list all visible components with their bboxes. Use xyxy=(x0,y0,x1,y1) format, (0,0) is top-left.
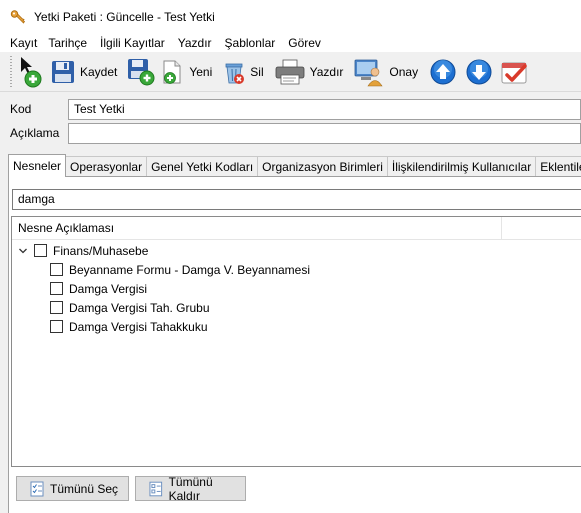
description-label: Açıklama xyxy=(10,126,60,140)
tree-node-label: Damga Vergisi Tahakkuku xyxy=(69,319,208,334)
new-record-button[interactable] xyxy=(18,54,44,90)
checklist-select-icon xyxy=(30,481,44,496)
tab-strip: Nesneler Operasyonlar Genel Yetki Kodlar… xyxy=(8,154,581,177)
key-icon xyxy=(10,9,26,24)
trash-bin-icon xyxy=(225,63,245,84)
description-row: Açıklama xyxy=(0,122,581,144)
column-header-nesne-aciklamasi[interactable]: Nesne Açıklaması xyxy=(12,217,581,240)
window-title: Yetki Paketi : Güncelle - Test Yetki xyxy=(34,9,215,24)
new-button[interactable]: Yeni xyxy=(161,54,216,90)
tab-genel-yetki-kodlari[interactable]: Genel Yetki Kodları xyxy=(146,156,259,177)
menu-kayit[interactable]: Kayıt xyxy=(0,36,44,50)
tree-node-child[interactable]: Damga Vergisi xyxy=(50,280,147,297)
tree-node-child[interactable]: Beyanname Formu - Damga V. Beyannamesi xyxy=(50,261,310,278)
tab-organizasyon-birimleri[interactable]: Organizasyon Birimleri xyxy=(257,156,388,177)
deselect-all-button[interactable]: Tümünü Kaldır xyxy=(135,474,246,503)
approve-user-icon xyxy=(355,59,383,86)
code-label: Kod xyxy=(10,102,32,116)
tree-node-label: Beyanname Formu - Damga V. Beyannamesi xyxy=(69,262,311,277)
deselect-all-label: Tümünü Kaldır xyxy=(168,474,213,503)
arrow-up-icon xyxy=(430,59,456,84)
tab-nesneler[interactable]: Nesneler xyxy=(8,154,67,177)
checklist-button[interactable] xyxy=(500,54,530,90)
cursor-add-icon xyxy=(21,56,42,87)
checkbox-child[interactable] xyxy=(50,263,63,276)
tree-node-label: Damga Vergisi xyxy=(69,281,148,296)
move-down-button[interactable] xyxy=(464,54,494,90)
delete-button[interactable]: Sil xyxy=(222,54,267,90)
select-all-label: Tümünü Seç xyxy=(50,481,119,496)
print-label: Yazdır xyxy=(309,64,344,79)
description-field[interactable] xyxy=(68,122,581,144)
column-separator[interactable] xyxy=(501,217,502,240)
save-button[interactable]: Kaydet xyxy=(50,54,121,90)
tab-iliskilendirilmis-kullanicilar[interactable]: İlişkilendirilmiş Kullanıcılar xyxy=(386,156,537,177)
tree-node-root[interactable]: Finans/Muhasebe xyxy=(18,242,148,259)
tree-node-child[interactable]: Damga Vergisi Tah. Grubu xyxy=(50,299,210,316)
checkbox-child[interactable] xyxy=(50,320,63,333)
search-input[interactable]: damga xyxy=(12,189,581,210)
tree-header: Nesne Açıklaması xyxy=(12,217,581,240)
arrow-down-icon xyxy=(466,59,492,84)
checkbox-child[interactable] xyxy=(50,282,63,295)
delete-label: Sil xyxy=(250,64,264,79)
code-row: Kod Test Yetki xyxy=(0,98,581,120)
approve-label: Onay xyxy=(389,64,419,79)
checkbox-child[interactable] xyxy=(50,301,63,314)
menu-yazdir[interactable]: Yazdır xyxy=(174,36,221,50)
chevron-down-icon[interactable] xyxy=(18,246,28,256)
approve-button[interactable]: Onay xyxy=(353,54,422,90)
new-label: Yeni xyxy=(189,64,213,79)
title-bar: Yetki Paketi : Güncelle - Test Yetki xyxy=(0,0,581,33)
floppy-disk-icon xyxy=(52,60,74,83)
menu-gorev[interactable]: Görev xyxy=(284,36,330,50)
list-clear-icon xyxy=(149,481,163,496)
print-button[interactable]: Yazdır xyxy=(274,54,348,90)
menu-bar: Kayıt Tarihçe İlgili Kayıtlar Yazdır Şab… xyxy=(0,33,581,52)
menu-tarihce[interactable]: Tarihçe xyxy=(44,36,96,50)
checkbox-root[interactable] xyxy=(34,244,47,257)
menu-ilgili-kayitlar[interactable]: İlgili Kayıtlar xyxy=(96,36,174,50)
code-field[interactable]: Test Yetki xyxy=(68,98,581,120)
printer-icon xyxy=(275,59,305,84)
menu-sablonlar[interactable]: Şablonlar xyxy=(221,36,285,50)
tab-panel-nesneler: damga Nesne Açıklaması Finans/Muhasebe B… xyxy=(8,176,581,513)
toolbar: Kaydet Yeni Sil Yazdır Onay xyxy=(0,52,581,92)
tree-node-label: Finans/Muhasebe xyxy=(53,243,149,258)
tree-node-label: Damga Vergisi Tah. Grubu xyxy=(69,300,210,315)
tab-eklentiler[interactable]: Eklentiler xyxy=(535,156,581,177)
save-and-new-button[interactable] xyxy=(127,54,155,90)
toolbar-grip[interactable] xyxy=(10,55,12,88)
tab-operasyonlar[interactable]: Operasyonlar xyxy=(65,156,148,177)
save-add-icon xyxy=(128,58,155,85)
object-tree[interactable]: Nesne Açıklaması Finans/Muhasebe Beyanna… xyxy=(11,216,581,467)
save-label: Kaydet xyxy=(80,64,118,79)
tree-node-child[interactable]: Damga Vergisi Tahakkuku xyxy=(50,318,208,335)
new-document-icon xyxy=(163,60,181,84)
select-all-button[interactable]: Tümünü Seç xyxy=(16,476,129,501)
checklist-icon xyxy=(501,62,527,83)
move-up-button[interactable] xyxy=(428,54,458,90)
